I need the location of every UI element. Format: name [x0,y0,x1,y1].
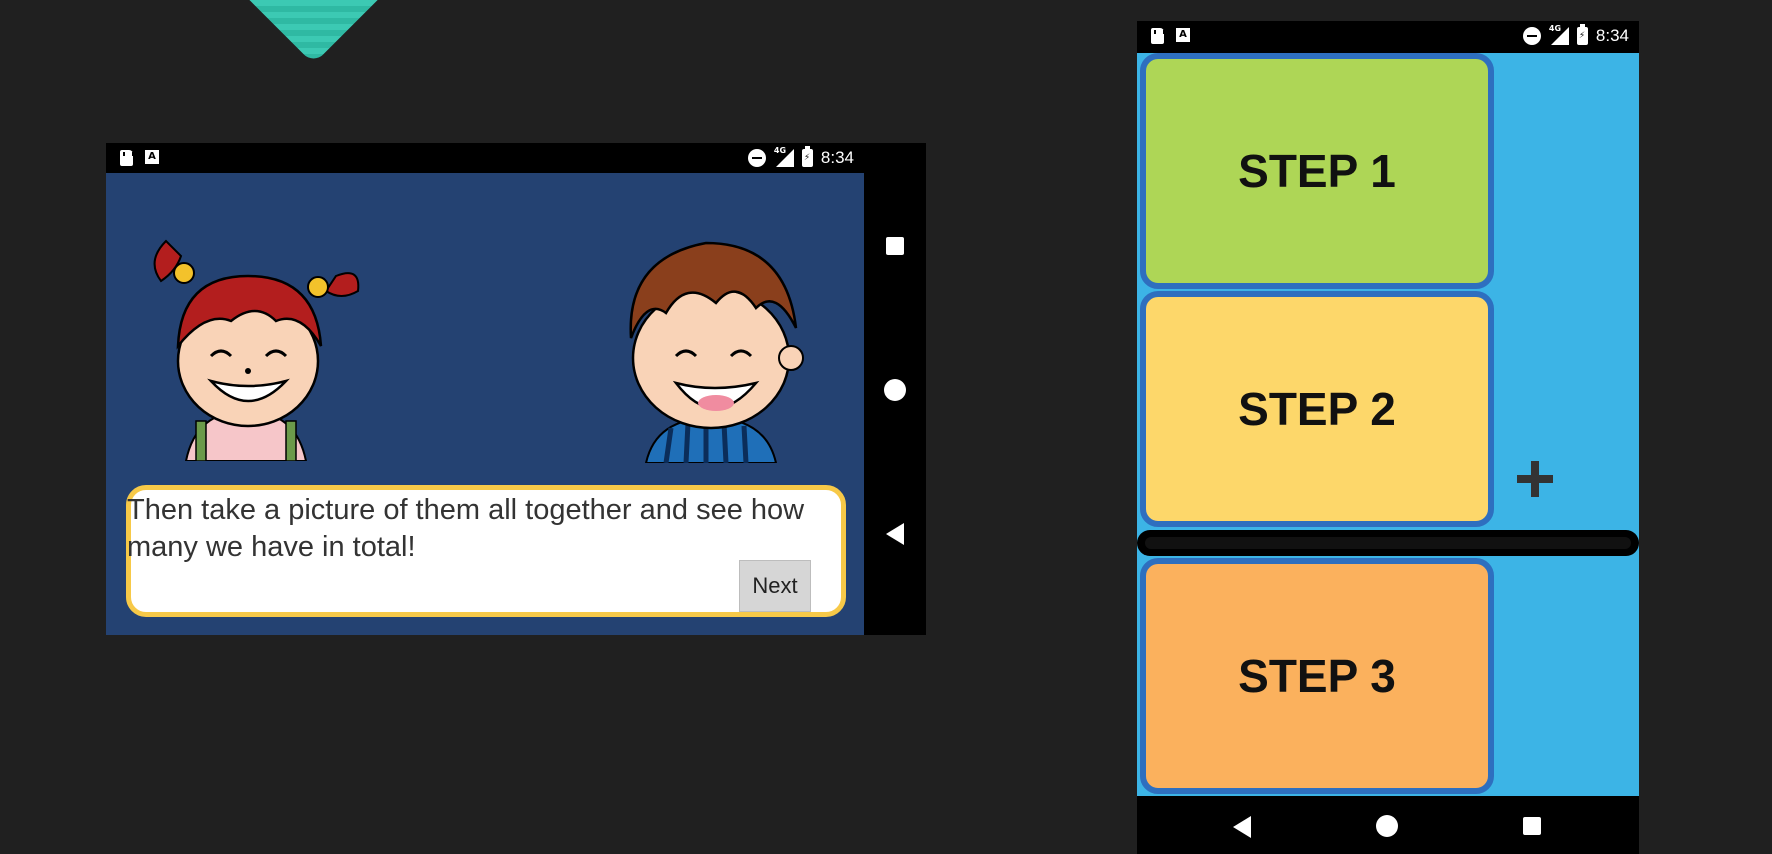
battery-charging-icon: ⚡ [1576,24,1588,45]
sd-card-icon [120,150,134,166]
status-time: 8:34 [820,148,854,167]
back-icon[interactable] [1233,816,1251,838]
girl-illustration [153,239,360,461]
battery-charging-icon: ⚡ [801,146,813,167]
navigation-bar [864,143,926,635]
lesson-screen: Then take a picture of them all together… [106,173,864,635]
status-bar: A 4G ⚡ 8:34 [1137,21,1639,53]
do-not-disturb-icon [747,149,766,167]
lesson-text-box: Then take a picture of them all together… [126,485,846,617]
step-2-card[interactable]: STEP 2 [1140,291,1494,527]
boy-illustration [629,241,804,463]
home-icon[interactable] [1376,815,1398,837]
status-time: 8:34 [1595,26,1629,45]
lesson-message: Then take a picture of them all together… [127,494,805,563]
sd-card-icon [1151,28,1165,44]
next-button[interactable]: Next [739,560,811,612]
back-icon[interactable] [886,523,904,545]
step-1-card[interactable]: STEP 1 [1140,53,1494,289]
recents-icon[interactable] [886,237,904,255]
keyboard-a-icon: A [1176,28,1190,42]
drag-divider[interactable] [1137,530,1639,556]
navigation-bar [1137,796,1639,854]
signal-icon: 4G [774,146,794,167]
step-3-card[interactable]: STEP 3 [1140,558,1494,794]
do-not-disturb-icon [1522,27,1541,45]
decorative-corner-shape [236,0,384,64]
recents-icon[interactable] [1523,817,1541,835]
keyboard-a-icon: A [145,150,159,164]
landscape-phone: A 4G ⚡ 8:34 Then take a picture of them … [106,143,926,635]
home-icon[interactable] [884,379,906,401]
portrait-phone: A 4G ⚡ 8:34 STEP 1 STEP 2 STEP 3 [1137,21,1639,854]
status-bar: A 4G ⚡ 8:34 [106,143,864,173]
add-step-button[interactable] [1517,461,1553,497]
signal-icon: 4G [1549,24,1569,45]
